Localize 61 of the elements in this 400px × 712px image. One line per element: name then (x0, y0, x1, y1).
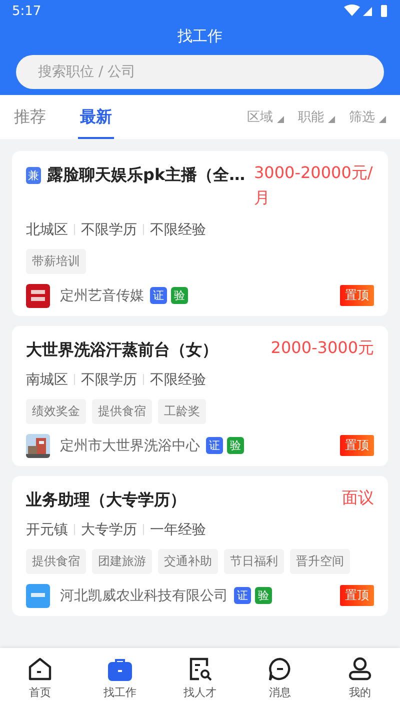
bag-icon (107, 656, 133, 682)
benefit-tag: 交通补助 (158, 548, 218, 574)
job-card[interactable]: 兼 露脸聊天娱乐pk主播（全… 3000-20000元/月 北城区 不限学历 不限经验 带薪培训 定州艺音传媒 证 验 置顶 (12, 151, 388, 316)
status-time: 5:17 (12, 4, 42, 18)
pinned-badge: 置顶 (340, 435, 374, 456)
verification-badge: 验 (171, 287, 188, 304)
job-requirement: 开元镇 (26, 520, 68, 539)
job-requirement: 南城区 (26, 370, 68, 389)
salary: 面议 (342, 486, 374, 509)
job-requirement: 一年经验 (150, 520, 206, 539)
job-requirement: 北城区 (26, 220, 68, 239)
job-requirement: 不限学历 (81, 220, 137, 239)
job-title: 业务助理（大专学历） (26, 490, 186, 511)
job-requirement: 不限经验 (150, 220, 206, 239)
tab[interactable]: 最新 (78, 95, 114, 139)
benefit-tag: 团建旅游 (92, 548, 152, 574)
page-title: 找工作 (176, 26, 224, 47)
job-requirement: 不限学历 (81, 370, 137, 389)
nav-item[interactable]: 消息 (240, 648, 320, 712)
job-requirement: 大专学历 (81, 520, 137, 539)
verification-badge: 证 (234, 587, 251, 604)
company-name: 河北凯威农业科技有限公司 (60, 586, 228, 605)
salary: 3000-20000元/月 (254, 162, 374, 209)
nav-item[interactable]: 我的 (320, 648, 400, 712)
job-title: 大世界洗浴汗蒸前台（女） (26, 340, 218, 361)
benefit-tag: 提供食宿 (92, 398, 152, 424)
home-icon (27, 656, 53, 682)
job-requirement: 不限经验 (150, 370, 206, 389)
status-icons (344, 4, 388, 18)
caret-icon (328, 116, 335, 123)
logo-icon (26, 584, 50, 608)
pinned-badge: 置顶 (340, 585, 374, 606)
company-name: 定州市大世界洗浴中心 (60, 436, 200, 455)
verification-badge: 证 (206, 437, 223, 454)
user-icon (347, 656, 373, 682)
tab[interactable]: 推荐 (12, 95, 48, 139)
benefit-tag: 晋升空间 (290, 548, 350, 574)
company-name: 定州艺音传媒 (60, 286, 144, 305)
job-card[interactable]: 大世界洗浴汗蒸前台（女） 2000-3000元 南城区 不限学历 不限经验 绩效奖金 提供食宿 工龄奖 定州市大世界洗浴中心 证 验 置顶 (12, 326, 388, 466)
job-card[interactable]: 业务助理（大专学历） 面议 开元镇 大专学历 一年经验 提供食宿 团建旅游 交通补助 节日福利 晋升空间 河北凯威农业科技有限公司 证 验 置顶 (12, 476, 388, 616)
nav-item[interactable]: 找工作 (80, 648, 160, 712)
benefit-tag: 工龄奖 (158, 398, 206, 424)
job-title: 露脸聊天娱乐pk主播（全… (47, 165, 246, 186)
verification-badge: 验 (255, 587, 272, 604)
logo-icon (26, 284, 50, 308)
verification-badge: 验 (227, 437, 244, 454)
search-field[interactable]: 搜索职位 / 公司 (16, 55, 384, 89)
benefit-tag: 提供食宿 (26, 548, 86, 574)
benefit-tag: 带薪培训 (26, 248, 86, 274)
benefit-tag: 绩效奖金 (26, 398, 86, 424)
salary: 2000-3000元 (270, 336, 374, 359)
nav-item[interactable]: 首页 (0, 648, 80, 712)
resume-icon (187, 656, 213, 682)
verification-badge: 证 (150, 287, 167, 304)
pinned-badge: 置顶 (340, 285, 374, 306)
caret-icon (379, 116, 386, 123)
caret-icon (277, 116, 284, 123)
job-type-badge: 兼 (26, 167, 41, 184)
benefit-tag: 节日福利 (224, 548, 284, 574)
nav-item[interactable]: 找人才 (160, 648, 240, 712)
chat-icon (267, 656, 293, 682)
